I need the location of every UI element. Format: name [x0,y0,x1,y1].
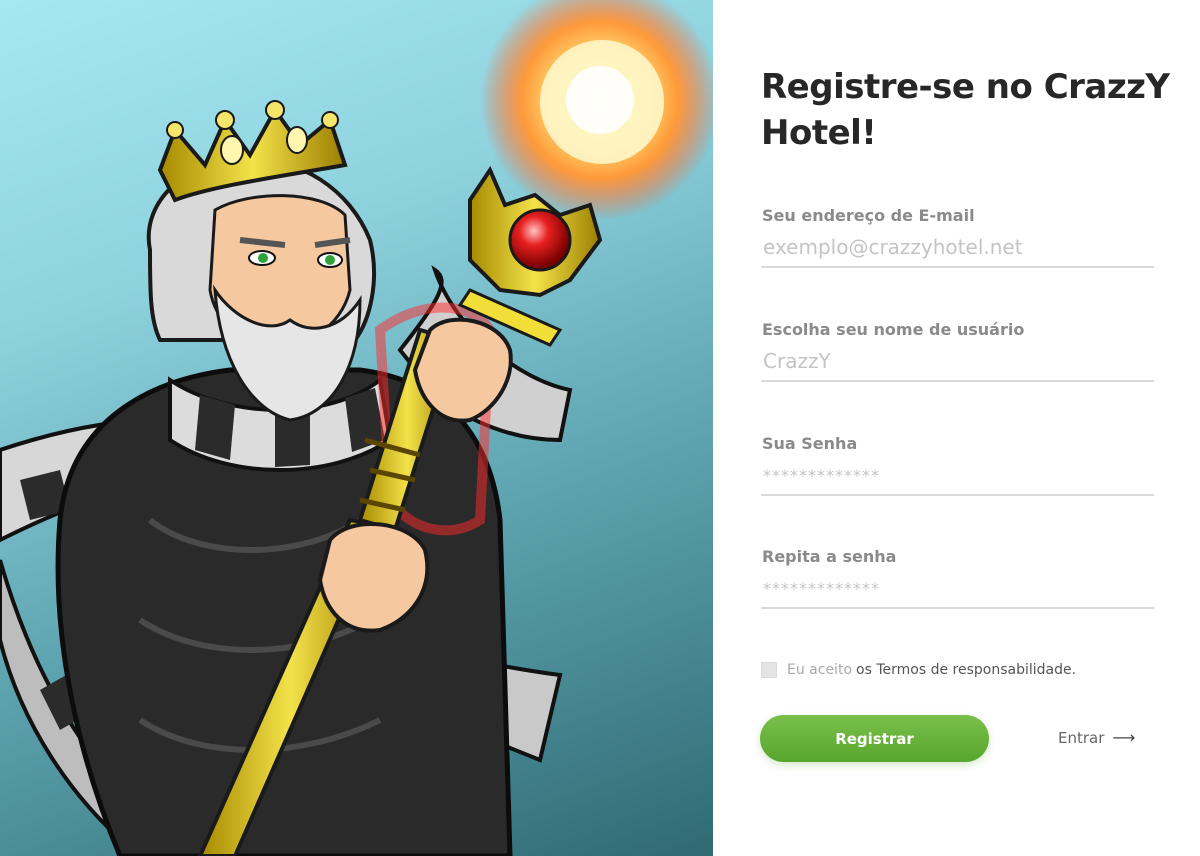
arrow-right-icon: ⟶ [1112,728,1136,747]
register-button[interactable]: Registrar [760,715,989,762]
terms-link[interactable]: os Termos de responsabilidade. [856,662,1076,678]
king-character-illustration [0,0,713,856]
password-label: Sua Senha [762,434,858,453]
page-title: Registre-se no CrazzY Hotel! [761,67,1170,153]
terms-row: Eu aceito os Termos de responsabilidade. [761,662,1076,678]
username-input[interactable] [761,342,1154,382]
email-label: Seu endereço de E-mail [762,206,975,225]
email-input[interactable] [761,228,1154,268]
password-input[interactable] [761,456,1154,496]
password-repeat-label: Repita a senha [762,547,897,566]
login-link[interactable]: Entrar ⟶ [1058,728,1135,747]
username-field-group: Escolha seu nome de usuário [761,320,1154,404]
username-label: Escolha seu nome de usuário [762,320,1025,339]
password-repeat-field-group: Repita a senha [761,547,1154,631]
terms-checkbox[interactable] [761,662,777,678]
email-field-group: Seu endereço de E-mail [761,206,1154,290]
login-link-label: Entrar [1058,728,1105,747]
password-field-group: Sua Senha [761,434,1154,518]
register-page: Registre-se no CrazzY Hotel! Seu endereç… [0,0,1200,856]
terms-prefix: Eu aceito [787,662,853,678]
hero-illustration [0,0,713,856]
password-repeat-input[interactable] [761,569,1154,609]
fireball [480,0,713,220]
register-form-panel: Registre-se no CrazzY Hotel! Seu endereç… [713,0,1200,856]
